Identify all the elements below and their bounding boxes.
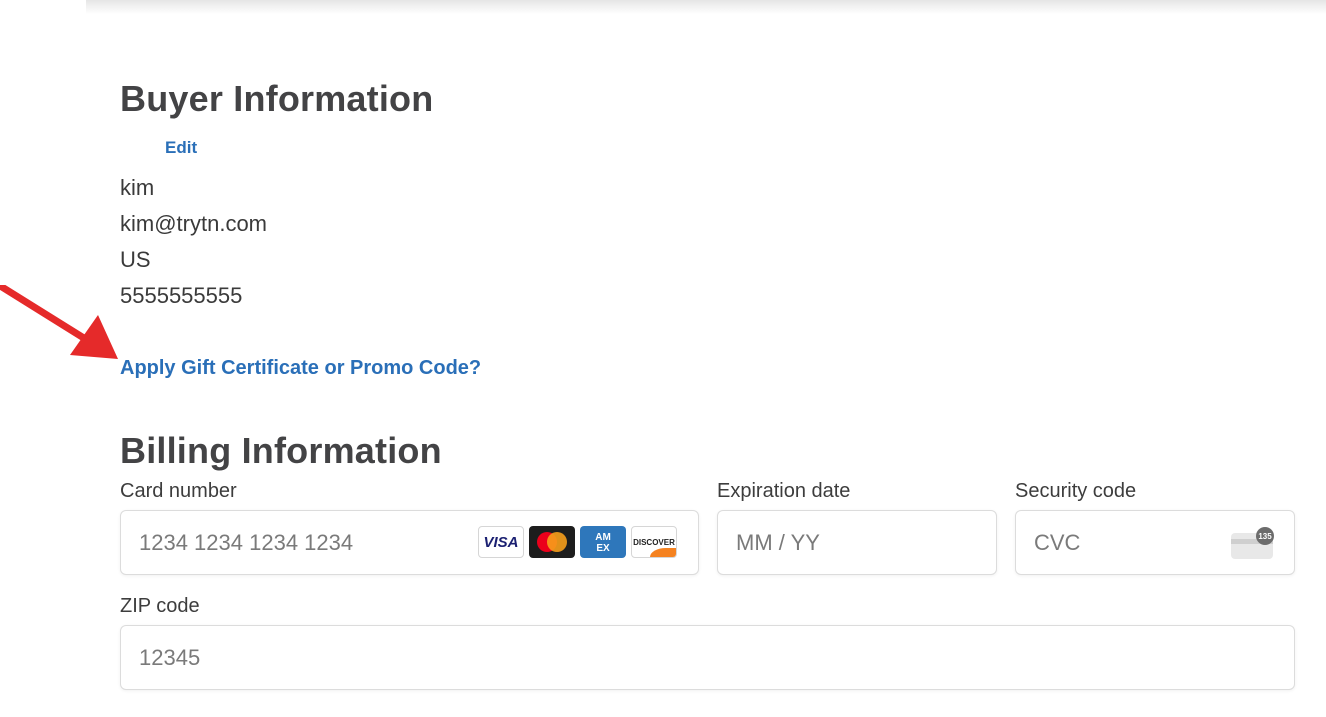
discover-icon: DISCOVER — [631, 526, 677, 558]
edit-buyer-link[interactable]: Edit — [165, 138, 197, 158]
security-code-label: Security code — [1015, 480, 1137, 502]
buyer-email: kim@trytn.com — [120, 211, 268, 236]
buyer-name: kim — [120, 175, 155, 200]
cvc-card-icon: 135 — [1231, 527, 1274, 559]
buyer-information-title: Buyer Information — [120, 78, 434, 119]
svg-text:EX: EX — [596, 543, 610, 554]
buyer-country: US — [120, 247, 151, 272]
visa-icon: VISA — [478, 526, 524, 558]
svg-text:AM: AM — [595, 532, 611, 543]
cvc-badge-text: 135 — [1258, 532, 1272, 541]
amex-icon: AM EX — [580, 526, 626, 558]
card-brand-icons: VISA AM EX DISCOVER — [478, 526, 677, 558]
zip-code-label: ZIP code — [120, 595, 200, 617]
mastercard-icon — [529, 526, 575, 558]
billing-information-title: Billing Information — [120, 430, 442, 471]
apply-promo-code-link[interactable]: Apply Gift Certificate or Promo Code? — [120, 357, 481, 380]
expiration-date-input[interactable] — [717, 510, 997, 575]
annotation-arrow — [0, 285, 118, 359]
buyer-phone: 5555555555 — [120, 283, 243, 308]
card-number-label: Card number — [120, 480, 237, 502]
zip-code-input[interactable] — [120, 625, 1295, 690]
header-shadow — [86, 0, 1326, 14]
expiration-date-label: Expiration date — [717, 480, 851, 502]
